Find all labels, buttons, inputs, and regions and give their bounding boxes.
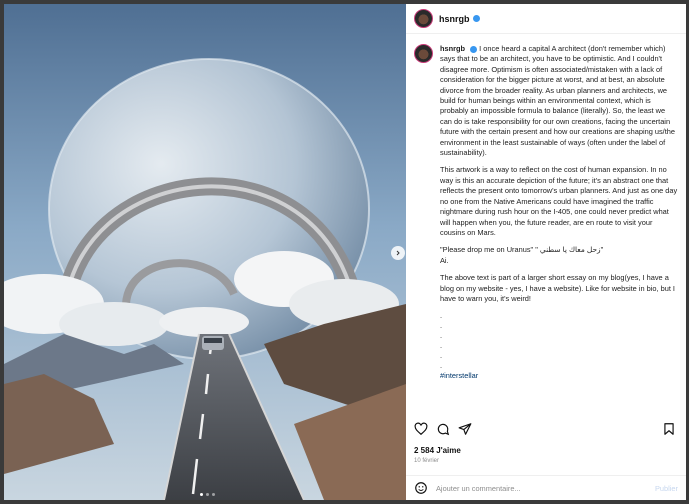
- verified-icon: [472, 15, 480, 22]
- carousel-dot: [200, 493, 203, 496]
- bookmark-icon[interactable]: [662, 422, 676, 436]
- emoji-icon[interactable]: [414, 481, 428, 495]
- comment-bar: Ajouter un commentaire... Publier: [406, 475, 686, 500]
- caption-area: hsnrgb I once heard a capital A architec…: [406, 34, 686, 414]
- caption-username[interactable]: hsnrgb: [440, 44, 465, 53]
- post-sidebar: hsnrgb hsnrgb I once heard a capital A a…: [406, 4, 686, 500]
- caption-paragraph: I once heard a capital A architect (don'…: [440, 44, 675, 158]
- carousel-dot: [212, 493, 215, 496]
- carousel-dot: [206, 493, 209, 496]
- post-image[interactable]: [4, 4, 406, 500]
- carousel-indicator: [200, 493, 215, 496]
- artwork-image: [4, 4, 406, 500]
- caption-dot: .: [440, 351, 443, 361]
- caption-paragraph: Ai.: [440, 255, 449, 265]
- verified-icon: [470, 45, 478, 53]
- caption-dot: .: [440, 321, 443, 331]
- comment-icon[interactable]: [436, 422, 450, 436]
- caption-paragraph: "Please drop me on Uranus" " زحل معاك يا…: [440, 245, 604, 255]
- share-icon[interactable]: [458, 422, 472, 436]
- username[interactable]: hsnrgb: [439, 14, 470, 24]
- post-header: hsnrgb: [406, 4, 686, 34]
- post-date: 10 février: [414, 458, 440, 464]
- action-bar: [406, 422, 686, 440]
- caption-dot: .: [440, 331, 443, 341]
- caption-dot: .: [440, 361, 443, 371]
- avatar[interactable]: [414, 44, 433, 63]
- chevron-right-icon: [396, 250, 400, 256]
- caption-dot: .: [440, 341, 443, 351]
- caption-paragraph: The above text is part of a larger short…: [440, 273, 675, 303]
- comment-input[interactable]: Ajouter un commentaire...: [436, 484, 655, 493]
- likes-count[interactable]: 2 584 J'aime: [414, 446, 461, 455]
- next-image-button[interactable]: [391, 246, 405, 260]
- caption-dot: .: [440, 311, 443, 321]
- avatar[interactable]: [414, 9, 433, 28]
- caption-paragraph: This artwork is a way to reflect on the …: [440, 165, 678, 237]
- publish-button[interactable]: Publier: [655, 484, 678, 493]
- heart-icon[interactable]: [414, 422, 428, 436]
- hashtag-link[interactable]: #interstellar: [440, 371, 678, 381]
- caption-text: hsnrgb I once heard a capital A architec…: [440, 44, 678, 382]
- post-modal: hsnrgb hsnrgb I once heard a capital A a…: [0, 0, 689, 504]
